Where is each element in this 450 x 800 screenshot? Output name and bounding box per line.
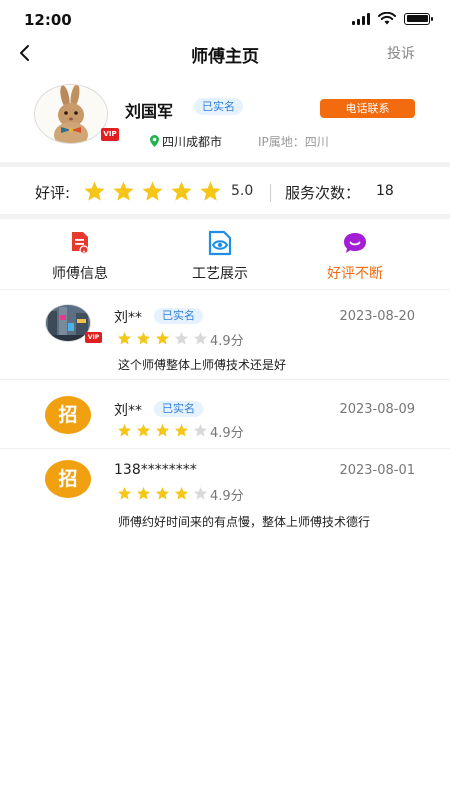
star-filled-icon (155, 486, 170, 500)
reviewer-name: 刘** (114, 403, 142, 419)
review-date: 2023-08-20 (339, 309, 415, 324)
rating-label: 好评: (35, 184, 71, 202)
rating-stars (83, 180, 222, 203)
location-text: 四川成都市 (162, 135, 223, 149)
chat-bubble-icon (344, 233, 366, 253)
rabbit-avatar-image (35, 85, 107, 143)
star-filled-icon (142, 181, 163, 201)
review-item: 招 138******** 2023-08-01 4.9分 师傅约好时间来的有点… (0, 450, 450, 544)
nav-bar: 师傅主页 投诉 (0, 36, 450, 70)
vip-badge: VIP (85, 332, 102, 343)
battery-icon (404, 12, 433, 25)
verified-badge: 已实名 (154, 308, 203, 324)
page-title: 师傅主页 (191, 47, 259, 67)
star-filled-icon (174, 423, 189, 437)
tab-good-reviews[interactable]: 好评不断 (300, 222, 410, 288)
star-filled-icon (171, 181, 192, 201)
star-empty-icon (174, 331, 189, 345)
master-name: 刘国军 (125, 102, 174, 121)
review-stars (117, 331, 208, 346)
tab-label: 工艺展示 (192, 266, 248, 282)
review-date: 2023-08-01 (339, 463, 415, 478)
verified-badge: 已实名 (194, 98, 243, 115)
tab-craft-showcase[interactable]: 工艺展示 (165, 222, 275, 288)
service-count-value: 18 (376, 183, 394, 199)
section-divider (0, 214, 450, 219)
section-divider (0, 162, 450, 167)
call-button[interactable]: 电话联系 (320, 99, 415, 118)
tab-master-info[interactable]: 师傅信息 (25, 222, 135, 288)
review-score: 4.9分 (210, 489, 244, 504)
star-filled-icon (117, 331, 132, 345)
status-bar: 12:00 (0, 0, 450, 40)
review-stars (117, 486, 208, 501)
verified-badge: 已实名 (154, 401, 203, 417)
star-filled-icon (155, 331, 170, 345)
star-filled-icon (174, 486, 189, 500)
status-time: 12:00 (24, 11, 72, 29)
review-item: VIP 刘** 已实名 2023-08-20 4.9分 这个师傅整体上师傅技术还… (0, 292, 450, 380)
avatar[interactable] (34, 84, 108, 144)
profile-tabs: 师傅信息 工艺展示 好评不断 (0, 222, 450, 290)
star-filled-icon (136, 423, 151, 437)
reviewer-name: 138******** (114, 462, 197, 478)
star-empty-icon (193, 486, 208, 500)
master-profile: VIP 刘国军 已实名 电话联系 四川成都市 IP属地：四川 (0, 78, 450, 162)
star-filled-icon (200, 181, 221, 201)
review-text: 师傅约好时间来的有点慢，整体上师傅技术德行 (118, 515, 371, 529)
star-filled-icon (117, 486, 132, 500)
rating-separator (270, 184, 271, 202)
vip-badge: VIP (101, 128, 119, 141)
review-score: 4.9分 (210, 426, 244, 441)
complaint-button[interactable]: 投诉 (387, 43, 415, 63)
reviewer-name: 刘** (114, 310, 142, 326)
review-date: 2023-08-09 (339, 402, 415, 417)
star-filled-icon (84, 181, 105, 201)
tab-label: 师傅信息 (52, 266, 108, 282)
rating-summary: 好评: 5.0 服务次数： 18 (0, 172, 450, 212)
service-count-label: 服务次数： (285, 184, 361, 202)
star-filled-icon (136, 331, 151, 345)
reviewer-avatar: 招 (45, 396, 91, 434)
ip-location-text: IP属地：四川 (258, 135, 329, 149)
wifi-icon (378, 12, 396, 25)
review-item: 招 刘** 已实名 2023-08-09 4.9分 (0, 381, 450, 449)
star-empty-icon (193, 423, 208, 437)
rating-score: 5.0 (231, 183, 254, 199)
reviewer-avatar: 招 (45, 460, 91, 498)
tab-label: 好评不断 (327, 266, 383, 282)
eye-icon (208, 230, 232, 256)
star-filled-icon (155, 423, 170, 437)
location-pin-icon (150, 135, 159, 147)
status-icons (352, 12, 433, 25)
review-stars (117, 423, 208, 438)
star-filled-icon (117, 423, 132, 437)
star-filled-icon (136, 486, 151, 500)
star-empty-icon (193, 331, 208, 345)
document-icon (72, 232, 89, 255)
review-score: 4.9分 (210, 334, 244, 349)
review-text: 这个师傅整体上师傅技术还是好 (118, 358, 287, 372)
signal-icon (352, 12, 370, 25)
star-filled-icon (113, 181, 134, 201)
